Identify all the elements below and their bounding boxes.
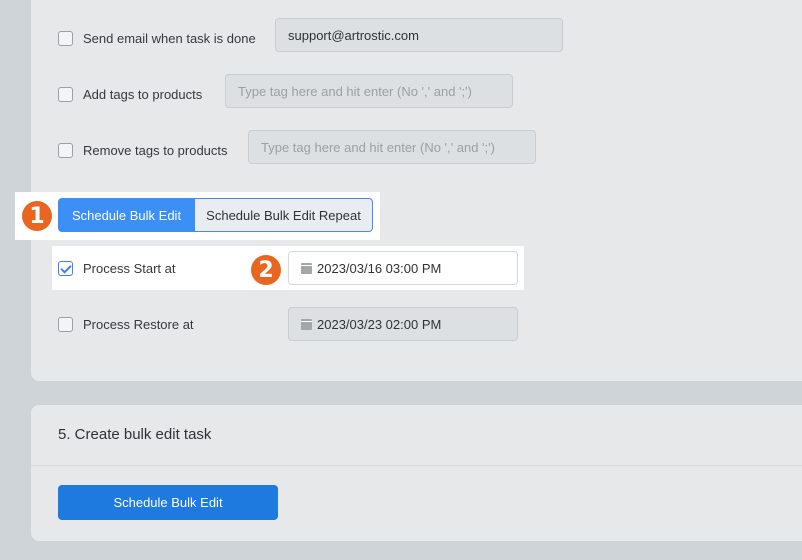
- email-field-value: support@artrostic.com: [288, 27, 419, 43]
- schedule-bulk-edit-toggle[interactable]: Schedule Bulk Edit: [58, 198, 195, 232]
- section-divider: [31, 465, 802, 466]
- schedule-bulk-edit-repeat-label: Schedule Bulk Edit Repeat: [206, 207, 361, 223]
- add-tags-placeholder: Type tag here and hit enter (No ',' and …: [238, 83, 472, 99]
- calendar-icon: [301, 262, 312, 274]
- process-start-date-value: 2023/03/16 03:00 PM: [317, 260, 442, 276]
- remove-tags-row: Remove tags to products: [58, 143, 228, 158]
- add-tags-checkbox[interactable]: [58, 87, 73, 102]
- process-restore-date-input[interactable]: 2023/03/23 02:00 PM: [288, 307, 518, 341]
- add-tags-input[interactable]: Type tag here and hit enter (No ',' and …: [225, 74, 513, 108]
- send-email-label: Send email when task is done: [83, 31, 256, 46]
- send-email-row: Send email when task is done: [58, 31, 256, 46]
- step-badge-1: 1: [22, 201, 52, 231]
- process-restore-row: Process Restore at: [58, 317, 194, 332]
- add-tags-label: Add tags to products: [83, 87, 203, 102]
- process-restore-checkbox[interactable]: [58, 317, 73, 332]
- process-start-date-input[interactable]: 2023/03/16 03:00 PM: [288, 251, 518, 285]
- process-start-label: Process Start at: [83, 261, 176, 276]
- process-start-checkbox[interactable]: [58, 261, 73, 276]
- process-restore-label: Process Restore at: [83, 317, 194, 332]
- process-restore-date-value: 2023/03/23 02:00 PM: [317, 316, 442, 332]
- remove-tags-label: Remove tags to products: [83, 143, 228, 158]
- remove-tags-input[interactable]: Type tag here and hit enter (No ',' and …: [248, 130, 536, 164]
- schedule-bulk-edit-repeat-toggle[interactable]: Schedule Bulk Edit Repeat: [194, 198, 373, 232]
- schedule-bulk-edit-toggle-label: Schedule Bulk Edit: [71, 207, 182, 223]
- process-start-row: Process Start at: [58, 261, 175, 276]
- calendar-icon: [301, 318, 312, 330]
- send-email-checkbox[interactable]: [58, 31, 73, 46]
- schedule-bulk-edit-button[interactable]: Schedule Bulk Edit: [58, 485, 278, 520]
- schedule-bulk-edit-button-label: Schedule Bulk Edit: [113, 495, 223, 510]
- add-tags-row: Add tags to products: [58, 87, 202, 102]
- remove-tags-checkbox[interactable]: [58, 143, 73, 158]
- step-badge-2: 2: [251, 255, 281, 285]
- remove-tags-placeholder: Type tag here and hit enter (No ',' and …: [261, 139, 495, 155]
- section-title: 5. Create bulk edit task: [58, 426, 212, 443]
- email-field[interactable]: support@artrostic.com: [275, 18, 563, 52]
